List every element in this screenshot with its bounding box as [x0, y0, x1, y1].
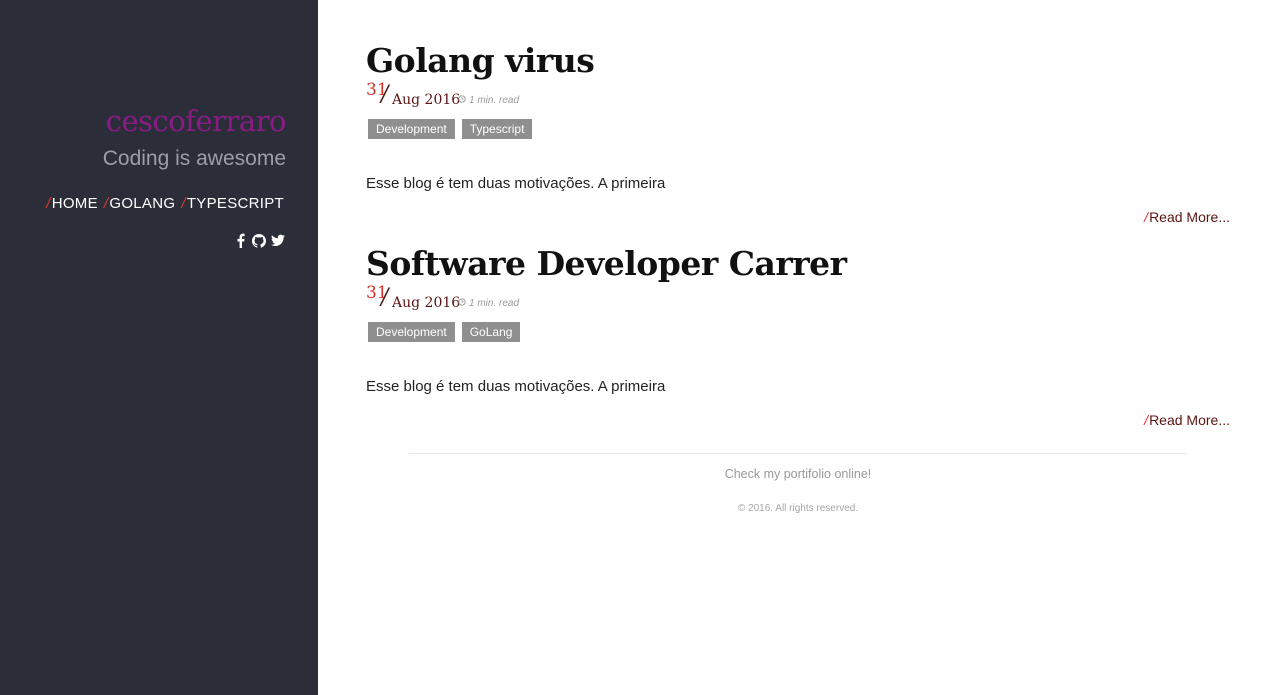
- read-more-link[interactable]: /Read More...: [1144, 412, 1230, 428]
- twitter-icon[interactable]: [271, 233, 285, 248]
- nav-slash: /: [103, 195, 109, 212]
- tag-golang[interactable]: GoLang: [461, 322, 521, 342]
- post-title[interactable]: Software Developer Carrer: [366, 244, 847, 283]
- clock-icon: [458, 95, 466, 106]
- read-more-label: Read More...: [1149, 412, 1230, 428]
- post-title[interactable]: Golang virus: [366, 41, 595, 80]
- nav-slash: /: [181, 195, 186, 212]
- footer-divider: [409, 453, 1187, 454]
- portfolio-link[interactable]: Check my portifolio online!: [409, 467, 1187, 481]
- tag-list: Development GoLang: [368, 322, 521, 342]
- nav-label: GOLANG: [109, 195, 176, 212]
- post-card: Software Developer Carrer 31 / Aug 2016 …: [366, 203, 1230, 428]
- nav-item-home[interactable]: / HOME: [46, 195, 98, 212]
- clock-icon: [458, 298, 466, 309]
- read-time-label: 1 min. read: [469, 298, 520, 309]
- copyright-text: © 2016. All rights reserved.: [737, 503, 859, 514]
- date-slash: /: [381, 285, 389, 310]
- facebook-icon[interactable]: [233, 233, 247, 248]
- read-time: 1 min. read: [458, 95, 519, 106]
- tag-list: Development Typescript: [368, 119, 533, 139]
- tag-development[interactable]: Development: [368, 322, 455, 342]
- post-card: Golang virus 31 / Aug 2016 1 min. read D…: [366, 0, 1230, 225]
- read-more-slash: /: [1144, 412, 1149, 428]
- post-excerpt: Esse blog é tem duas motivações. A prime…: [366, 175, 666, 192]
- github-icon[interactable]: [252, 233, 266, 248]
- post-excerpt: Esse blog é tem duas motivações. A prime…: [366, 378, 666, 395]
- tag-development[interactable]: Development: [368, 119, 455, 139]
- nav-item-golang[interactable]: / GOLANG: [104, 195, 175, 212]
- post-date: 31 / Aug 2016 1 min. read: [366, 283, 666, 313]
- date-slash: /: [381, 82, 389, 107]
- nav-label: HOME: [51, 195, 98, 212]
- read-time-label: 1 min. read: [469, 95, 520, 106]
- nav-label: TYPESCRIPT: [186, 195, 284, 212]
- post-date: 31 / Aug 2016 1 min. read: [366, 80, 666, 110]
- nav-slash: /: [46, 195, 51, 212]
- nav-item-typescript[interactable]: / TYPESCRIPT: [181, 195, 284, 212]
- site-title[interactable]: cescoferraro: [106, 104, 287, 138]
- post-month-year: Aug 2016: [392, 295, 461, 311]
- read-time: 1 min. read: [458, 298, 519, 309]
- main-nav: / HOME / GOLANG / TYPESCRIPT: [46, 195, 284, 212]
- post-list: Golang virus 31 / Aug 2016 1 min. read D…: [366, 0, 1230, 428]
- tag-typescript[interactable]: Typescript: [461, 119, 533, 139]
- sidebar: cescoferraro Coding is awesome / HOME / …: [0, 0, 318, 695]
- site-tagline: Coding is awesome: [102, 147, 286, 170]
- social-links: [233, 233, 285, 248]
- post-month-year: Aug 2016: [392, 92, 461, 108]
